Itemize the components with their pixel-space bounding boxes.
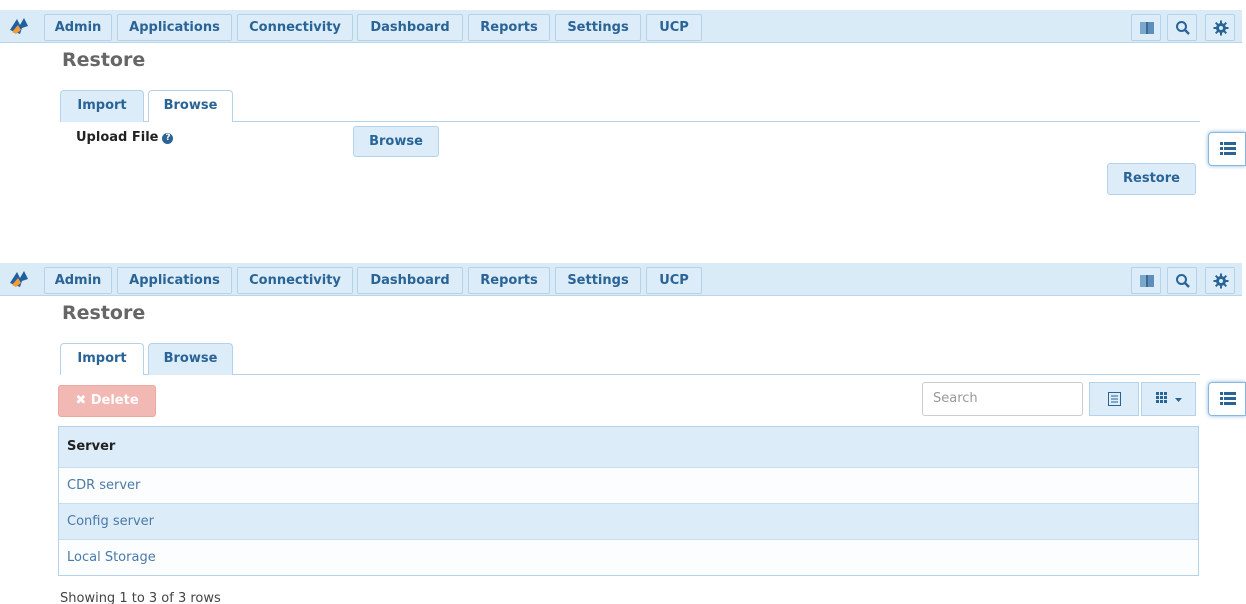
- top-navbar: Admin Applications Connectivity Dashboar…: [0, 10, 1242, 43]
- browse-view: Admin Applications Connectivity Dashboar…: [0, 253, 1246, 604]
- tab-browse[interactable]: Browse: [148, 90, 233, 122]
- search-button[interactable]: [1167, 267, 1197, 294]
- book-button[interactable]: [1131, 14, 1161, 41]
- sidebar-toggle[interactable]: [1208, 132, 1246, 166]
- gear-icon: [1213, 20, 1229, 36]
- upload-file-text: Upload File: [76, 130, 159, 145]
- nav-reports[interactable]: Reports: [468, 267, 550, 294]
- pagination-info: Showing 1 to 3 of 3 rows: [60, 591, 221, 604]
- gear-icon: [1213, 273, 1229, 289]
- search-icon: [1176, 21, 1190, 35]
- delete-button[interactable]: ✖ Delete: [58, 385, 156, 417]
- list-icon: [1220, 392, 1236, 405]
- list-view-icon: [1108, 392, 1121, 406]
- search-button[interactable]: [1167, 14, 1197, 41]
- nav-ucp[interactable]: UCP: [646, 14, 702, 41]
- top-navbar: Admin Applications Connectivity Dashboar…: [0, 263, 1242, 296]
- help-icon[interactable]: ?: [162, 133, 174, 144]
- table-row[interactable]: Local Storage: [59, 539, 1198, 575]
- book-button[interactable]: [1131, 267, 1161, 294]
- page-title: Restore: [62, 49, 146, 71]
- nav-dashboard[interactable]: Dashboard: [357, 14, 463, 41]
- search-icon: [1176, 274, 1190, 288]
- import-view: Admin Applications Connectivity Dashboar…: [0, 0, 1246, 230]
- settings-button[interactable]: [1205, 267, 1235, 294]
- table-row[interactable]: CDR server: [59, 467, 1198, 503]
- nav-connectivity[interactable]: Connectivity: [237, 267, 353, 294]
- nav-admin[interactable]: Admin: [44, 267, 112, 294]
- nav-reports[interactable]: Reports: [468, 14, 550, 41]
- page-title: Restore: [62, 302, 146, 324]
- caret-down-icon: [1175, 398, 1182, 402]
- table-row[interactable]: Config server: [59, 503, 1198, 539]
- logo-icon[interactable]: [8, 269, 30, 289]
- settings-button[interactable]: [1205, 14, 1235, 41]
- columns-icon: [1156, 392, 1167, 403]
- sidebar-toggle[interactable]: [1208, 382, 1246, 416]
- list-icon: [1220, 142, 1236, 155]
- tab-browse[interactable]: Browse: [148, 343, 233, 375]
- tab-bar: Import Browse: [60, 343, 1200, 375]
- nav-settings[interactable]: Settings: [555, 267, 641, 294]
- browse-file-button[interactable]: Browse: [353, 126, 439, 157]
- server-table: Server CDR server Config server Local St…: [58, 426, 1199, 576]
- tab-import[interactable]: Import: [60, 343, 144, 375]
- book-icon: [1140, 275, 1154, 287]
- nav-settings[interactable]: Settings: [555, 14, 641, 41]
- columns-button[interactable]: [1141, 382, 1196, 416]
- search-input[interactable]: Search: [922, 382, 1083, 416]
- nav-applications[interactable]: Applications: [117, 267, 232, 294]
- book-icon: [1140, 22, 1154, 34]
- nav-connectivity[interactable]: Connectivity: [237, 14, 353, 41]
- nav-admin[interactable]: Admin: [44, 14, 112, 41]
- nav-ucp[interactable]: UCP: [646, 267, 702, 294]
- toggle-view-button[interactable]: [1089, 382, 1139, 416]
- nav-dashboard[interactable]: Dashboard: [357, 267, 463, 294]
- logo-icon[interactable]: [8, 16, 30, 36]
- nav-applications[interactable]: Applications: [117, 14, 232, 41]
- tab-bar: Import Browse: [60, 90, 1200, 122]
- table-header-server[interactable]: Server: [59, 427, 1198, 467]
- tab-import[interactable]: Import: [60, 90, 144, 122]
- restore-button[interactable]: Restore: [1107, 163, 1196, 195]
- upload-file-label: Upload File?: [76, 130, 174, 145]
